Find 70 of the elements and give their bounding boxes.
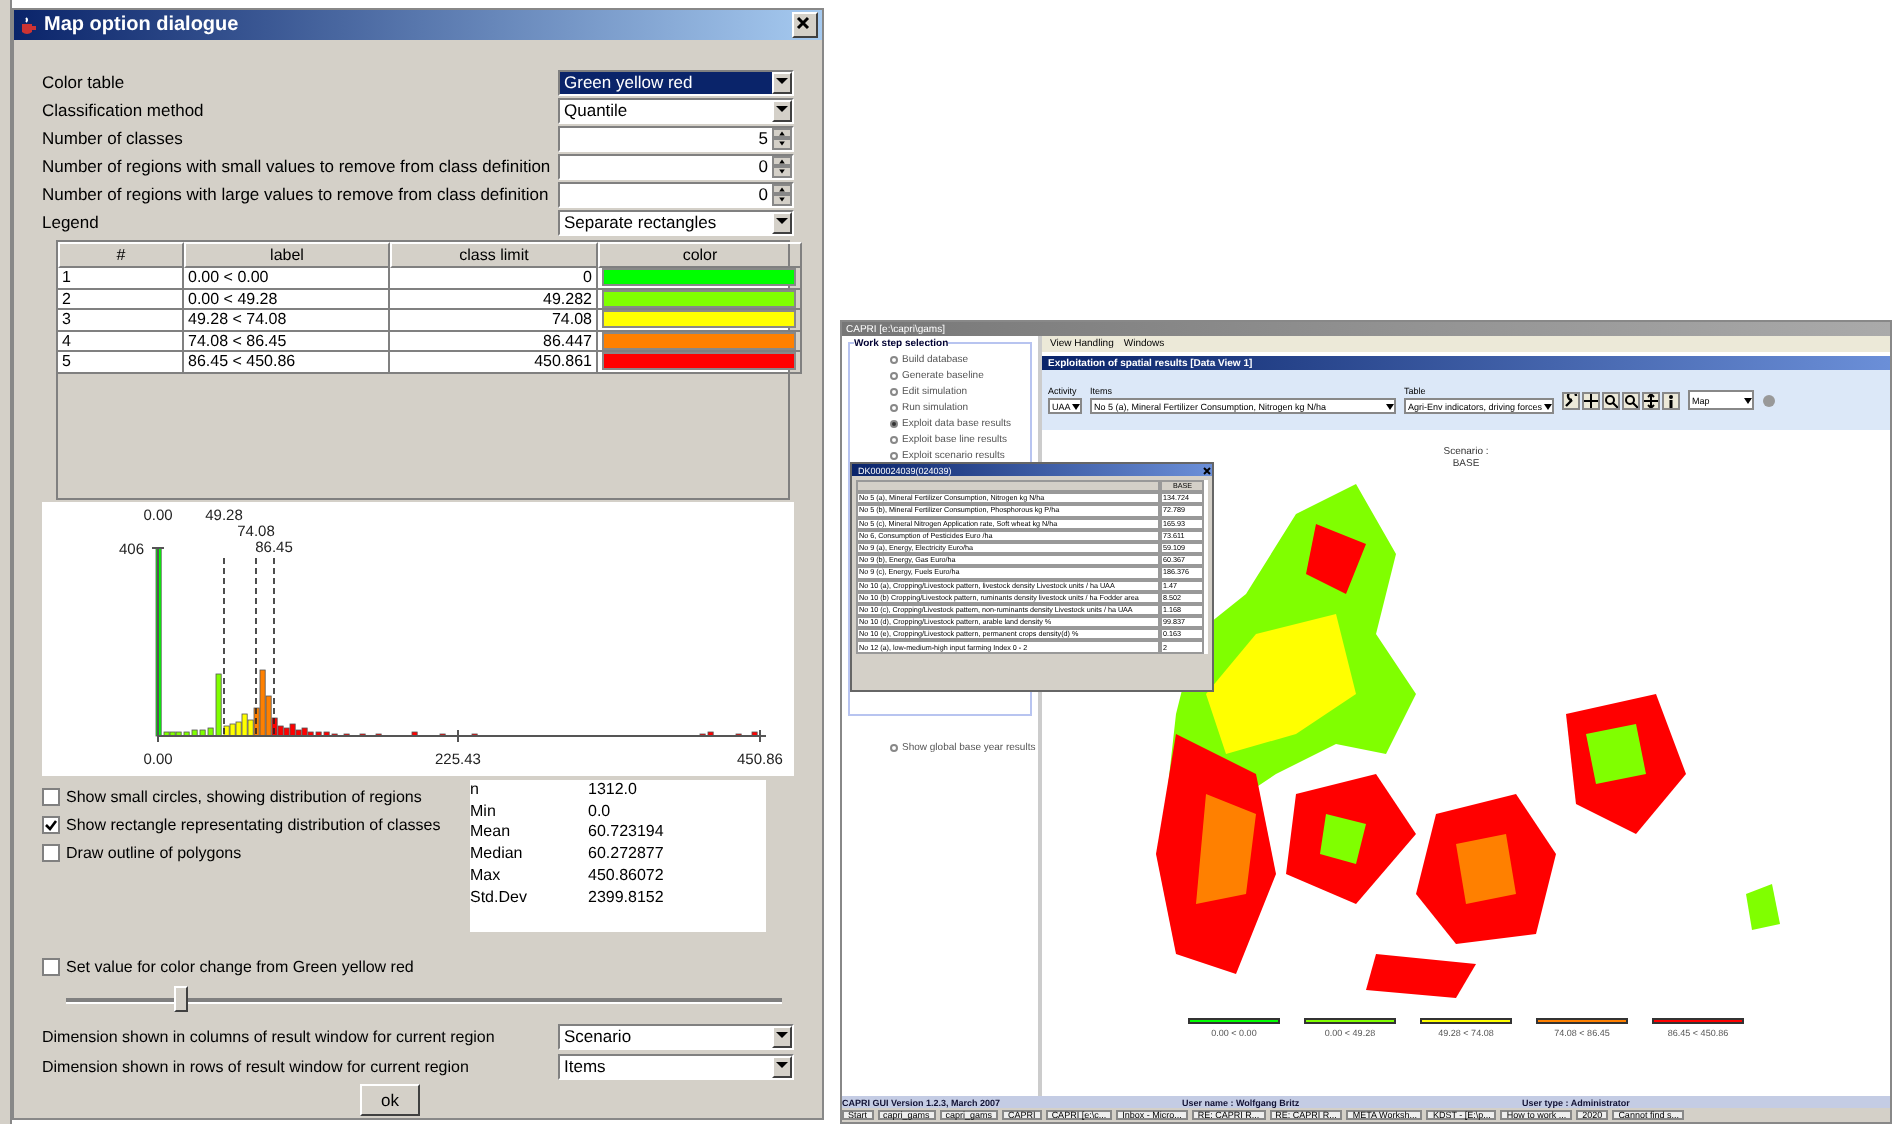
checkbox-label: Draw outline of polygons <box>66 844 242 862</box>
table-cell: 5 <box>58 352 184 373</box>
checkbox-label: Show small circles, showing distribution of regions <box>66 788 422 806</box>
spinner-field[interactable]: 0 <box>558 153 794 179</box>
statistic-value: 0.0 <box>588 801 613 823</box>
spinner-field[interactable]: 5 <box>558 125 794 151</box>
dropdown[interactable]: Items <box>558 1053 794 1079</box>
statistic-name: Median <box>470 844 525 866</box>
table-cell: 86.45 < 450.86 <box>184 352 390 373</box>
checkbox[interactable] <box>42 788 60 806</box>
table-cell: 450.861 <box>390 352 598 373</box>
color-swatch[interactable] <box>602 352 796 371</box>
dropdown-arrow-icon[interactable] <box>1386 403 1394 409</box>
zoom-in-icon[interactable] <box>1602 391 1620 409</box>
radio-icon[interactable] <box>890 420 898 428</box>
statistic-name: n <box>470 780 481 802</box>
move-icon[interactable] <box>1642 391 1660 409</box>
column-header[interactable]: class limit <box>390 242 598 268</box>
checkbox-label: Set value for color change from Green yellow red <box>66 958 414 976</box>
checkbox[interactable] <box>42 958 60 976</box>
statistic-value: 2399.8152 <box>588 887 666 909</box>
setting-label: Classification method <box>42 100 204 120</box>
setting-label: Legend <box>42 212 99 232</box>
statistic-value: 60.723194 <box>588 822 666 845</box>
dropdown[interactable]: Green yellow red <box>558 69 794 95</box>
statistic-name: Std.Dev <box>470 887 529 909</box>
dropdown-arrow-icon[interactable] <box>1544 403 1552 409</box>
info-icon[interactable] <box>1662 391 1680 409</box>
dropdown-arrow-icon[interactable] <box>1744 397 1752 403</box>
spinner-arrows-icon[interactable] <box>772 183 792 205</box>
radio-icon[interactable] <box>890 744 898 752</box>
column-header[interactable]: color <box>598 242 802 268</box>
zoom-out-icon[interactable] <box>1622 391 1640 409</box>
setting-label: Number of classes <box>42 128 183 148</box>
setting-label: Dimension shown in rows of result window for current region <box>42 1057 469 1075</box>
checkbox-label: Show rectangle representating distribution of classes <box>66 816 441 834</box>
radio-icon[interactable] <box>890 452 898 460</box>
setting-label: Number of regions with small values to remove from class definition <box>42 156 551 176</box>
dropdown[interactable]: Scenario <box>558 1023 794 1049</box>
spinner-field[interactable]: 0 <box>558 181 794 207</box>
ok-button[interactable]: ok <box>360 1084 420 1116</box>
setting-label: Color table <box>42 72 125 92</box>
dropdown-arrow-icon[interactable] <box>1072 403 1080 409</box>
statistic-name: Mean <box>470 822 513 845</box>
dropdown[interactable]: Separate rectangles <box>558 209 794 235</box>
statistic-name: Max <box>470 865 503 888</box>
statistic-value: 1312.0 <box>588 780 639 802</box>
checkbox[interactable] <box>42 816 60 834</box>
statistic-name: Min <box>470 801 498 823</box>
color-swatch[interactable] <box>602 268 796 287</box>
setting-label: Number of regions with large values to remove from class definition <box>42 184 549 204</box>
spinner-arrows-icon[interactable] <box>772 155 792 177</box>
radio-icon[interactable] <box>890 404 898 412</box>
slider-thumb[interactable] <box>174 986 189 1012</box>
spinner-arrows-icon[interactable] <box>772 127 792 149</box>
close-icon[interactable] <box>1202 465 1212 475</box>
radio-icon[interactable] <box>890 436 898 444</box>
statistic-value: 60.272877 <box>588 844 666 866</box>
radio-icon[interactable] <box>890 356 898 364</box>
coffee-cup-icon <box>18 15 38 35</box>
checkbox[interactable] <box>42 844 60 862</box>
column-header[interactable]: # <box>58 242 184 268</box>
window-title: Map option dialogue <box>44 14 241 36</box>
statistic-value: 450.86072 <box>588 865 666 888</box>
color-swatch[interactable] <box>602 310 796 329</box>
setting-label: Dimension shown in columns of result window for current region <box>42 1027 495 1045</box>
column-header[interactable]: label <box>184 242 390 268</box>
dropdown[interactable]: Quantile <box>558 97 794 123</box>
radio-icon[interactable] <box>890 388 898 396</box>
radio-icon[interactable] <box>890 372 898 380</box>
